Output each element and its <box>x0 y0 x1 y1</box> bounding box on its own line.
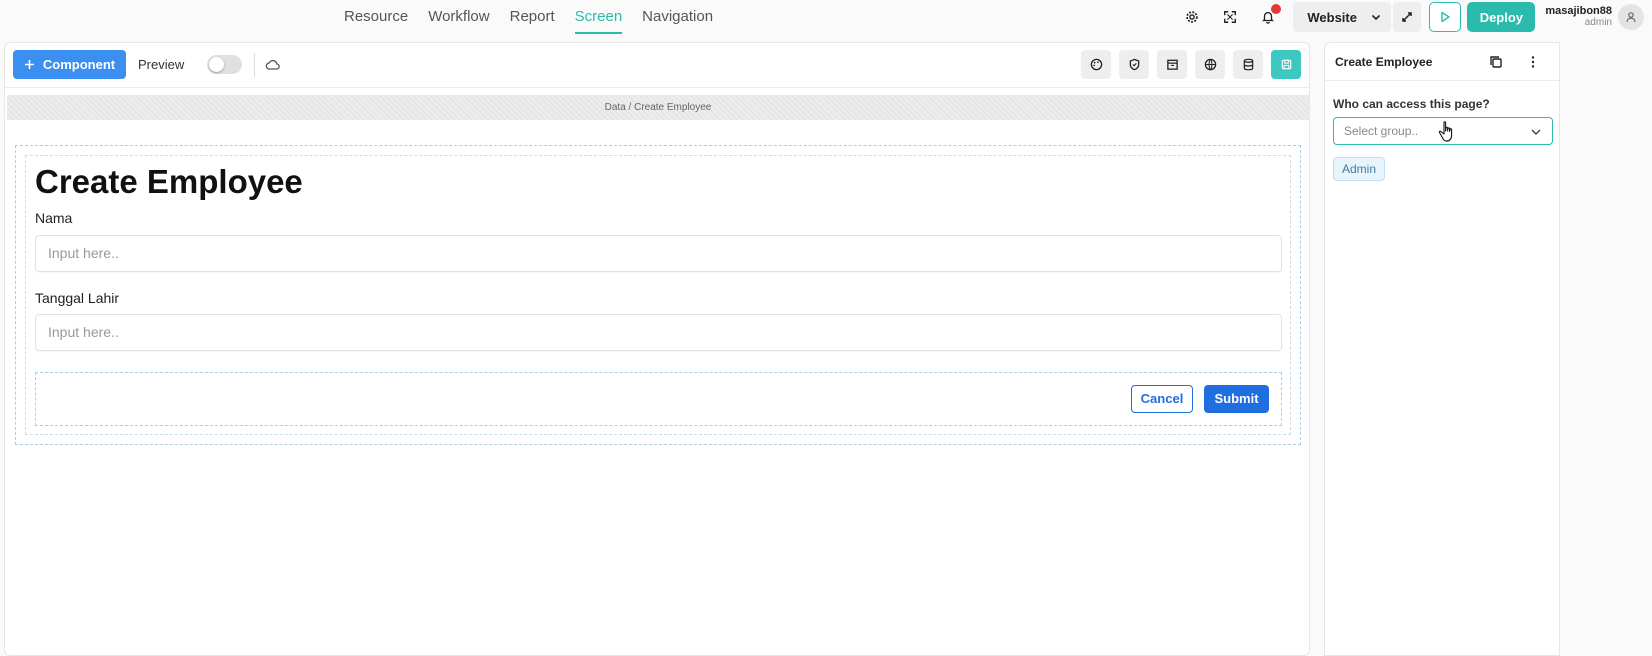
chevron-down-icon <box>1531 129 1541 135</box>
preview-toggle[interactable] <box>207 55 242 74</box>
hand-cursor-icon <box>1438 121 1453 142</box>
editor-canvas: Data / Create Employee Create Employee N… <box>5 95 1309 655</box>
gear-icon[interactable] <box>1173 2 1211 32</box>
page-container[interactable]: Create Employee Nama Input here.. Tangga… <box>15 145 1301 445</box>
cloud-icon[interactable] <box>265 57 281 73</box>
website-select-label: Website <box>1307 9 1357 25</box>
preview-label: Preview <box>138 57 185 72</box>
add-component-label: Component <box>42 57 116 72</box>
globe-icon[interactable] <box>1195 50 1225 79</box>
breadcrumb: Data / Create Employee <box>7 95 1309 120</box>
avatar[interactable] <box>1618 4 1644 30</box>
nav-item-report[interactable]: Report <box>510 0 555 34</box>
editor-toolbar: Component Preview <box>5 43 1309 88</box>
form-actions: Cancel Submit <box>35 372 1282 426</box>
properties-title: Create Employee <box>1335 55 1433 69</box>
nama-label: Nama <box>35 210 73 226</box>
toggle-knob <box>209 57 224 72</box>
access-question: Who can access this page? <box>1333 97 1490 111</box>
user-icon <box>1626 12 1636 23</box>
group-tag-admin[interactable]: Admin <box>1333 157 1386 181</box>
top-bar: Resource Workflow Report Screen Navigati… <box>0 0 1652 36</box>
expand-icon[interactable] <box>1211 2 1249 32</box>
tanggal-lahir-label: Tanggal Lahir <box>35 290 120 306</box>
nav-item-navigation[interactable]: Navigation <box>642 0 713 34</box>
group-select-placeholder: Select group.. <box>1344 124 1419 138</box>
form-container[interactable]: Create Employee Nama Input here.. Tangga… <box>25 155 1291 435</box>
nama-input[interactable]: Input here.. <box>35 235 1282 272</box>
user-role: admin <box>1584 17 1612 28</box>
plus-icon <box>24 60 34 69</box>
more-vertical-icon[interactable] <box>1525 54 1541 70</box>
notification-badge <box>1271 4 1282 14</box>
palette-icon[interactable] <box>1081 50 1111 79</box>
chevron-down-icon <box>1372 14 1381 21</box>
properties-header: Create Employee <box>1325 43 1559 81</box>
add-component-button[interactable]: Component <box>13 50 126 79</box>
bell-icon[interactable] <box>1249 2 1287 32</box>
editor-panel: Component Preview Data / Create Employee… <box>4 42 1310 656</box>
copy-icon[interactable] <box>1488 54 1504 70</box>
shield-icon[interactable] <box>1119 50 1149 79</box>
deploy-button[interactable]: Deploy <box>1467 2 1536 32</box>
play-button[interactable] <box>1429 2 1462 32</box>
top-actions: Website Deploy masajibon88 admin <box>1173 0 1644 34</box>
tanggal-lahir-input[interactable]: Input here.. <box>35 314 1282 351</box>
website-select[interactable]: Website <box>1293 2 1392 32</box>
cancel-button[interactable]: Cancel <box>1131 385 1193 413</box>
toolbar-right-icons <box>1081 50 1301 79</box>
user-info: masajibon88 admin <box>1545 5 1612 29</box>
submit-button[interactable]: Submit <box>1204 385 1269 413</box>
archive-icon[interactable] <box>1157 50 1187 79</box>
user-name: masajibon88 <box>1545 5 1612 17</box>
main-nav: Resource Workflow Report Screen Navigati… <box>344 0 713 34</box>
nav-item-resource[interactable]: Resource <box>344 0 408 34</box>
database-icon[interactable] <box>1233 50 1263 79</box>
toolbar-divider <box>254 53 255 77</box>
nav-item-screen[interactable]: Screen <box>574 0 623 34</box>
swap-icon[interactable] <box>1393 2 1422 32</box>
save-icon[interactable] <box>1271 50 1301 79</box>
nav-item-workflow[interactable]: Workflow <box>428 0 489 34</box>
play-icon <box>1441 11 1451 23</box>
page-title: Create Employee <box>35 163 303 200</box>
